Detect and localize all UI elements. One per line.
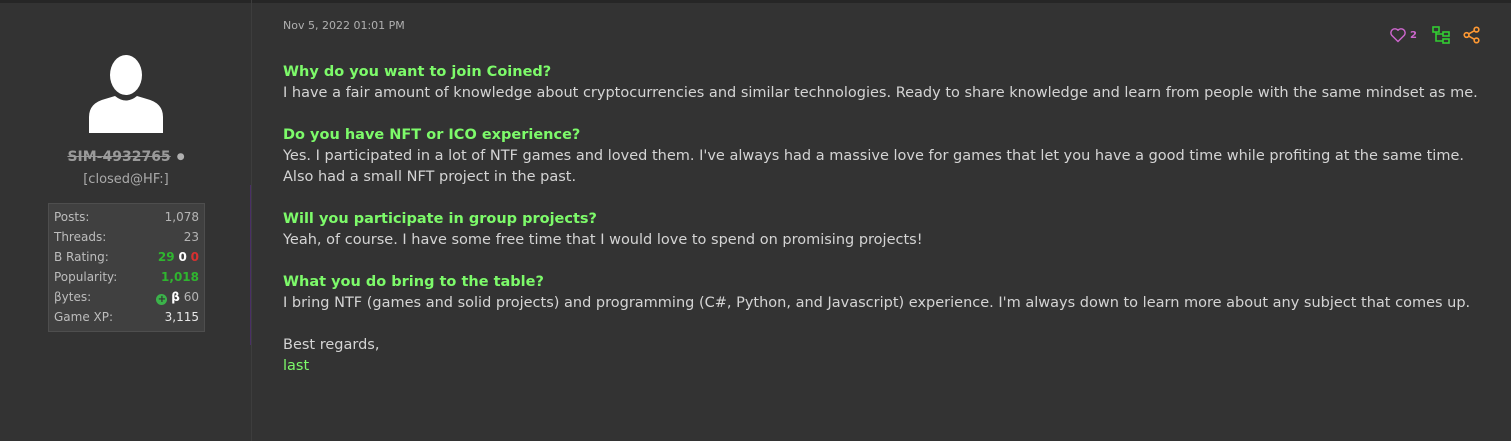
- like-button[interactable]: 2: [1389, 27, 1417, 43]
- qa-section: Will you participate in group projects? …: [283, 209, 1478, 251]
- post-actions: 2: [1381, 25, 1481, 45]
- online-status-icon: ●: [176, 152, 185, 162]
- username-row: SIM-4932765 ●: [0, 149, 252, 165]
- stat-bytes: βytes: + β 60: [54, 287, 199, 307]
- signature-link[interactable]: last: [283, 356, 1478, 377]
- posts-count[interactable]: 1,078: [165, 207, 199, 227]
- stat-label: Threads:: [54, 230, 107, 244]
- qa-section: What you do bring to the table? I bring …: [283, 272, 1478, 314]
- popularity-value[interactable]: 1,018: [161, 267, 199, 287]
- qa-section: Do you have NFT or ICO experience? Yes. …: [283, 125, 1478, 188]
- sidebar-accent-line: [250, 185, 251, 345]
- post-body: Why do you want to join Coined? I have a…: [283, 62, 1478, 377]
- question-heading: Do you have NFT or ICO experience?: [283, 127, 581, 143]
- bytes-value: + β 60: [156, 287, 199, 307]
- share-icon: [1463, 26, 1480, 44]
- question-heading: What you do bring to the table?: [283, 274, 544, 290]
- brating-neutral: 0: [178, 250, 187, 264]
- stat-label: Game XP:: [54, 310, 114, 324]
- heart-icon: [1390, 28, 1406, 43]
- username-link[interactable]: SIM-4932765: [67, 149, 170, 165]
- user-stats-box: Posts: 1,078 Threads: 23 B Rating: 29 0 …: [48, 203, 205, 332]
- qa-section: Why do you want to join Coined? I have a…: [283, 62, 1478, 104]
- user-title: [closed@HF:]: [83, 172, 169, 187]
- bytes-symbol: β: [171, 290, 180, 304]
- bytes-amount: 60: [183, 290, 199, 304]
- user-sidebar: SIM-4932765 ● [closed@HF:] Posts: 1,078 T…: [0, 0, 252, 441]
- brating-negative: 0: [190, 250, 199, 264]
- stat-brating: B Rating: 29 0 0: [54, 247, 199, 267]
- default-avatar-icon[interactable]: [89, 53, 163, 133]
- answer-text: I bring NTF (games and solid projects) a…: [283, 295, 1471, 311]
- stat-label: βytes:: [54, 290, 92, 304]
- stat-label: Posts:: [54, 210, 90, 224]
- share-button[interactable]: [1463, 26, 1481, 44]
- closing-text: Best regards,: [283, 337, 380, 353]
- plus-circle-icon[interactable]: +: [156, 294, 168, 305]
- answer-text: Yes. I participated in a lot of NTF game…: [283, 148, 1464, 185]
- brating-positive: 29: [157, 250, 175, 264]
- like-count: 2: [1410, 29, 1417, 41]
- gamexp-value: 3,115: [164, 310, 199, 324]
- brating-values[interactable]: 29 0 0: [158, 247, 199, 267]
- stat-threads: Threads: 23: [54, 227, 199, 247]
- question-heading: Why do you want to join Coined?: [283, 64, 552, 80]
- stat-label: B Rating:: [54, 250, 109, 264]
- forum-post: SIM-4932765 ● [closed@HF:] Posts: 1,078 T…: [0, 0, 1511, 441]
- post-date: Nov 5, 2022 01:01 PM: [283, 19, 405, 32]
- stat-posts: Posts: 1,078: [54, 207, 199, 227]
- stat-label: Popularity:: [54, 270, 118, 284]
- thread-tree-icon: [1432, 26, 1450, 44]
- stat-popularity: Popularity: 1,018: [54, 267, 199, 287]
- question-heading: Will you participate in group projects?: [283, 211, 597, 227]
- thread-tree-button[interactable]: [1431, 25, 1451, 45]
- answer-text: Yeah, of course. I have some free time t…: [283, 232, 923, 248]
- answer-text: I have a fair amount of knowledge about …: [283, 85, 1478, 101]
- threads-count[interactable]: 23: [184, 227, 199, 247]
- stat-gamexp: Game XP: 3,115: [54, 307, 199, 327]
